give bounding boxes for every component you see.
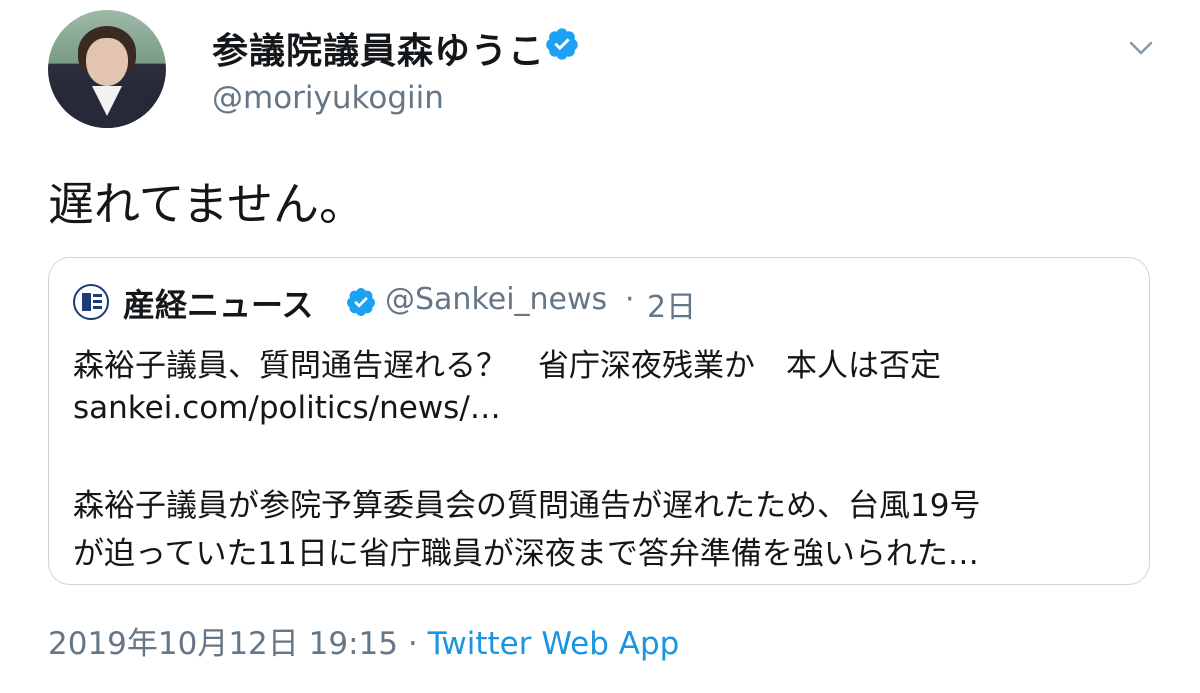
quoted-tweet-card[interactable]: 産経ニュース @Sankei_news · 2日 森裕子議員、質問通告遅れる？ … bbox=[48, 257, 1150, 585]
tweet-text: 遅れてません。 bbox=[48, 177, 365, 231]
quoted-separator: · bbox=[625, 282, 635, 317]
tweet-source-link[interactable]: Twitter Web App bbox=[428, 626, 680, 662]
quoted-body-line-1: 森裕子議員が参院予算委員会の質問通告が遅れたため、台風19号 bbox=[73, 488, 981, 524]
quoted-handle: @Sankei_news bbox=[385, 282, 608, 317]
sankei-logo-icon bbox=[73, 284, 109, 320]
quoted-headline: 森裕子議員、質問通告遅れる？ 省庁深夜残業か 本人は否定 bbox=[73, 348, 941, 384]
quoted-link: sankei.com/politics/news/… bbox=[73, 390, 501, 426]
verified-badge-icon bbox=[546, 28, 578, 60]
tweet-metadata: 2019年10月12日 19:15 · Twitter Web App bbox=[48, 618, 679, 663]
tweet-date[interactable]: 2019年10月12日 19:15 bbox=[48, 626, 398, 662]
quoted-body-line-2: が迫っていた11日に省庁職員が深夜まで答弁準備を強いられた… bbox=[73, 536, 979, 572]
quoted-timestamp: 2日 bbox=[647, 290, 697, 325]
quoted-display-name: 産経ニュース bbox=[123, 286, 314, 324]
logo-block bbox=[82, 293, 91, 311]
quoted-verified-badge-icon bbox=[346, 288, 375, 316]
chevron-down-icon[interactable] bbox=[1126, 36, 1156, 60]
meta-separator: · bbox=[407, 626, 418, 662]
user-handle[interactable]: @moriyukogiin bbox=[212, 80, 444, 116]
avatar-face bbox=[86, 38, 128, 86]
avatar[interactable] bbox=[48, 10, 166, 128]
display-name[interactable]: 参議院議員森ゆうこ bbox=[212, 22, 545, 74]
logo-lines bbox=[93, 294, 102, 297]
